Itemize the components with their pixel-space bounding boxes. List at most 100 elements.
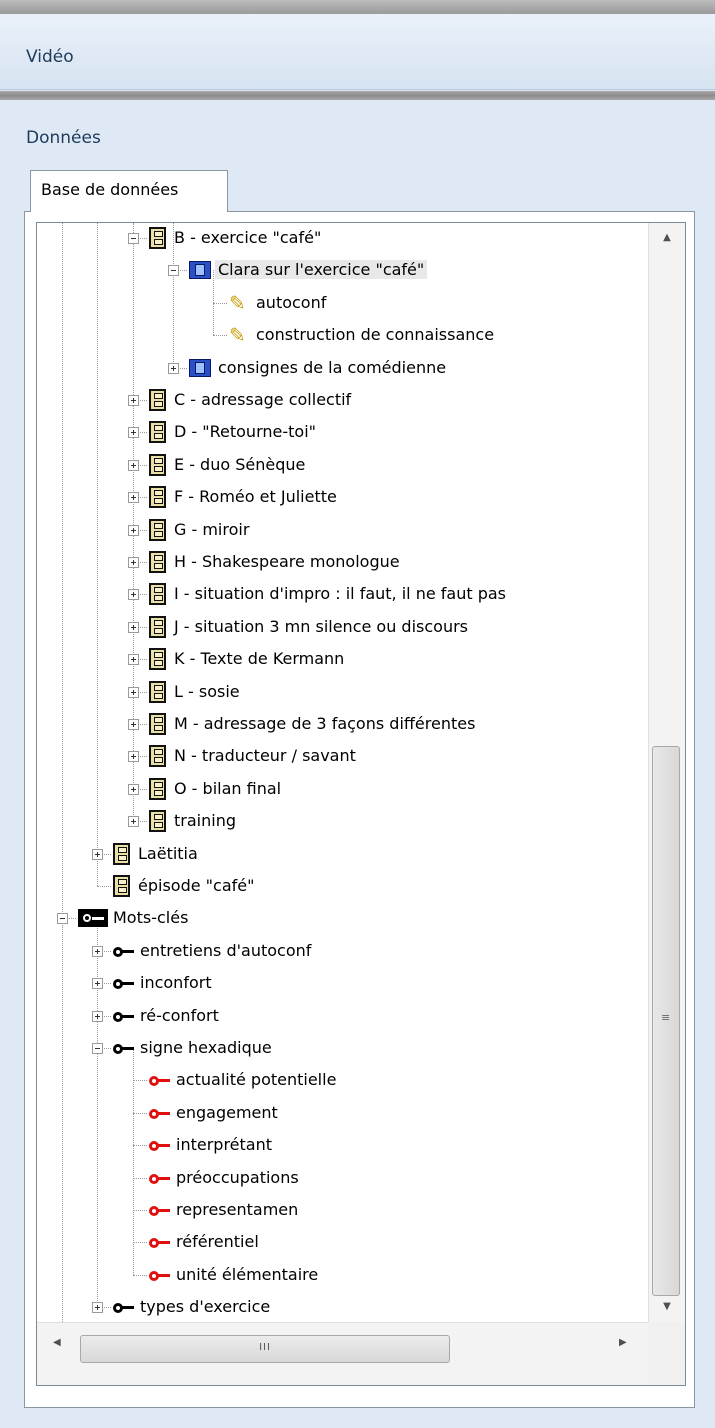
tree-node-consignes-de-la-com-dienne[interactable]: consignes de la comédienne: [37, 355, 648, 381]
tree-node-label: construction de connaissance: [256, 325, 495, 345]
expand-plus-icon[interactable]: [128, 654, 139, 666]
tree-node-label: préoccupations: [176, 1167, 299, 1187]
tree-node-o-bilan-final[interactable]: O - bilan final: [37, 776, 648, 802]
horizontal-scrollbar[interactable]: ◀ III ▶: [37, 1322, 648, 1385]
tree-node-c-adressage-collectif[interactable]: C - adressage collectif: [37, 387, 648, 413]
panel-splitter[interactable]: [0, 91, 715, 100]
expand-plus-icon[interactable]: [128, 621, 139, 633]
tree-node-signe-hexadique[interactable]: signe hexadique: [37, 1035, 648, 1061]
tree-node-label: E - duo Sénèque: [174, 454, 306, 474]
vertical-scroll-thumb[interactable]: ≡: [652, 746, 680, 1296]
tree-node-clara-sur-l-exercice-caf[interactable]: Clara sur l'exercice "café": [37, 257, 648, 283]
tree-node-label: training: [174, 811, 236, 831]
scroll-right-arrow-icon[interactable]: ▶: [619, 1337, 627, 1348]
tree-node-m-adressage-de-3-fa-ons-diff-rentes[interactable]: M - adressage de 3 façons différentes: [37, 711, 648, 737]
film-icon: [189, 358, 211, 377]
red-key-icon: [149, 1141, 170, 1152]
expand-plus-icon[interactable]: [128, 524, 139, 536]
tree-node-label: Laëtitia: [138, 843, 198, 863]
tree-node-unit-l-mentaire[interactable]: unité élémentaire: [37, 1262, 648, 1288]
tree-connector: [97, 886, 111, 887]
tree-node-inconfort[interactable]: inconfort: [37, 970, 648, 996]
tree-connector: [133, 1242, 147, 1244]
tree-node-types-d-exercice[interactable]: types d'exercice: [37, 1294, 648, 1320]
expand-plus-icon[interactable]: [128, 395, 139, 406]
cabinet-icon: [113, 875, 130, 897]
expand-plus-icon[interactable]: [128, 492, 139, 504]
tree-node-f-rom-o-et-juliette[interactable]: F - Roméo et Juliette: [37, 484, 648, 510]
expand-plus-icon[interactable]: [92, 945, 103, 957]
key-icon: [113, 1044, 134, 1054]
tree-node-pisode-caf[interactable]: épisode "café": [37, 873, 648, 899]
horizontal-scroll-thumb[interactable]: III: [80, 1335, 450, 1363]
tree-node-i-situation-d-impro-il-faut-il-ne-faut-pas[interactable]: I - situation d'impro : il faut, il ne f…: [37, 581, 648, 607]
tree-node-pr-occupations[interactable]: préoccupations: [37, 1165, 648, 1191]
expand-plus-icon[interactable]: [128, 589, 139, 601]
expand-plus-icon[interactable]: [128, 816, 139, 828]
tree-node-label: L - sosie: [174, 681, 240, 701]
tree-node-representamen[interactable]: representamen: [37, 1197, 648, 1223]
expand-plus-icon[interactable]: [128, 783, 139, 795]
tree-node-e-duo-s-n-que[interactable]: E - duo Sénèque: [37, 452, 648, 478]
red-key-icon: [149, 1238, 170, 1249]
tree-node-label: référentiel: [176, 1232, 259, 1252]
expand-plus-icon[interactable]: [92, 978, 103, 990]
tree-node-construction-de-connaissance[interactable]: ✎ construction de connaissance: [37, 322, 648, 348]
database-tree-view[interactable]: B - exercice "café" Clara sur l'exercice …: [36, 222, 686, 1386]
cabinet-icon: [149, 680, 166, 703]
expand-plus-icon[interactable]: [128, 686, 139, 698]
tree-connector: [133, 1210, 147, 1211]
collapse-minus-icon[interactable]: [92, 1043, 103, 1054]
tree-node-h-shakespeare-monologue[interactable]: H - Shakespeare monologue: [37, 549, 648, 575]
expand-plus-icon[interactable]: [128, 719, 139, 730]
tree-connector: [133, 1112, 147, 1114]
tree-node-r-f-rentiel[interactable]: référentiel: [37, 1229, 648, 1255]
video-panel-title: Vidéo: [26, 47, 74, 67]
tree-node-engagement[interactable]: engagement: [37, 1100, 648, 1126]
tree-node-la-titia[interactable]: Laëtitia: [37, 841, 648, 867]
tree-node-d-retourne-toi[interactable]: D - "Retourne-toi": [37, 419, 648, 445]
tab-base-de-donnees[interactable]: Base de données: [30, 170, 228, 212]
expand-plus-icon[interactable]: [92, 1010, 103, 1022]
expand-plus-icon[interactable]: [128, 557, 139, 568]
vertical-scrollbar[interactable]: ▲ ≡ ▼: [648, 223, 685, 1322]
tree-node-entretiens-d-autoconf[interactable]: entretiens d'autoconf: [37, 938, 648, 964]
tree-node-mots-cl-s[interactable]: Mots-clés: [37, 905, 648, 931]
cabinet-icon: [149, 227, 166, 249]
tree-node-interpr-tant[interactable]: interprétant: [37, 1132, 648, 1158]
red-key-icon: [149, 1108, 170, 1119]
expand-plus-icon[interactable]: [168, 362, 179, 374]
expand-plus-icon[interactable]: [128, 427, 139, 439]
tree-node-label: engagement: [176, 1102, 278, 1122]
cabinet-icon: [149, 486, 166, 509]
tree-node-training[interactable]: training: [37, 808, 648, 834]
tree-node-label: F - Roméo et Juliette: [174, 487, 337, 507]
video-panel-header[interactable]: Vidéo: [0, 14, 715, 90]
scroll-left-arrow-icon[interactable]: ◀: [53, 1337, 61, 1348]
tree-node-r-confort[interactable]: ré-confort: [37, 1003, 648, 1029]
key-icon: [113, 946, 134, 957]
collapse-minus-icon[interactable]: [128, 233, 139, 244]
scroll-up-arrow-icon[interactable]: ▲: [649, 223, 685, 253]
tree-node-actualit-potentielle[interactable]: actualité potentielle: [37, 1067, 648, 1093]
scroll-down-arrow-icon[interactable]: ▼: [649, 1292, 685, 1322]
expand-plus-icon[interactable]: [128, 751, 139, 763]
tree-node-l-sosie[interactable]: L - sosie: [37, 679, 648, 705]
cabinet-icon: [149, 518, 166, 541]
tree-node-label: M - adressage de 3 façons différentes: [174, 714, 476, 733]
collapse-minus-icon[interactable]: [168, 265, 179, 277]
tree-node-label: actualité potentielle: [176, 1070, 337, 1090]
tree-node-label: N - traducteur / savant: [174, 746, 356, 766]
expand-plus-icon[interactable]: [92, 848, 103, 860]
tree-node-label: H - Shakespeare monologue: [174, 552, 400, 571]
expand-plus-icon[interactable]: [92, 1302, 103, 1314]
expand-plus-icon[interactable]: [128, 459, 139, 471]
cabinet-icon: [149, 421, 166, 444]
collapse-minus-icon[interactable]: [57, 913, 68, 925]
tree-node-g-miroir[interactable]: G - miroir: [37, 517, 648, 543]
tree-node-j-situation-3-mn-silence-ou-discours[interactable]: J - situation 3 mn silence ou discours: [37, 614, 648, 640]
tree-node-k-texte-de-kermann[interactable]: K - Texte de Kermann: [37, 646, 648, 672]
tree-node-autoconf[interactable]: ✎ autoconf: [37, 290, 648, 316]
tree-node-n-traducteur-savant[interactable]: N - traducteur / savant: [37, 743, 648, 769]
tree-node-b-exercice-caf[interactable]: B - exercice "café": [37, 225, 648, 251]
